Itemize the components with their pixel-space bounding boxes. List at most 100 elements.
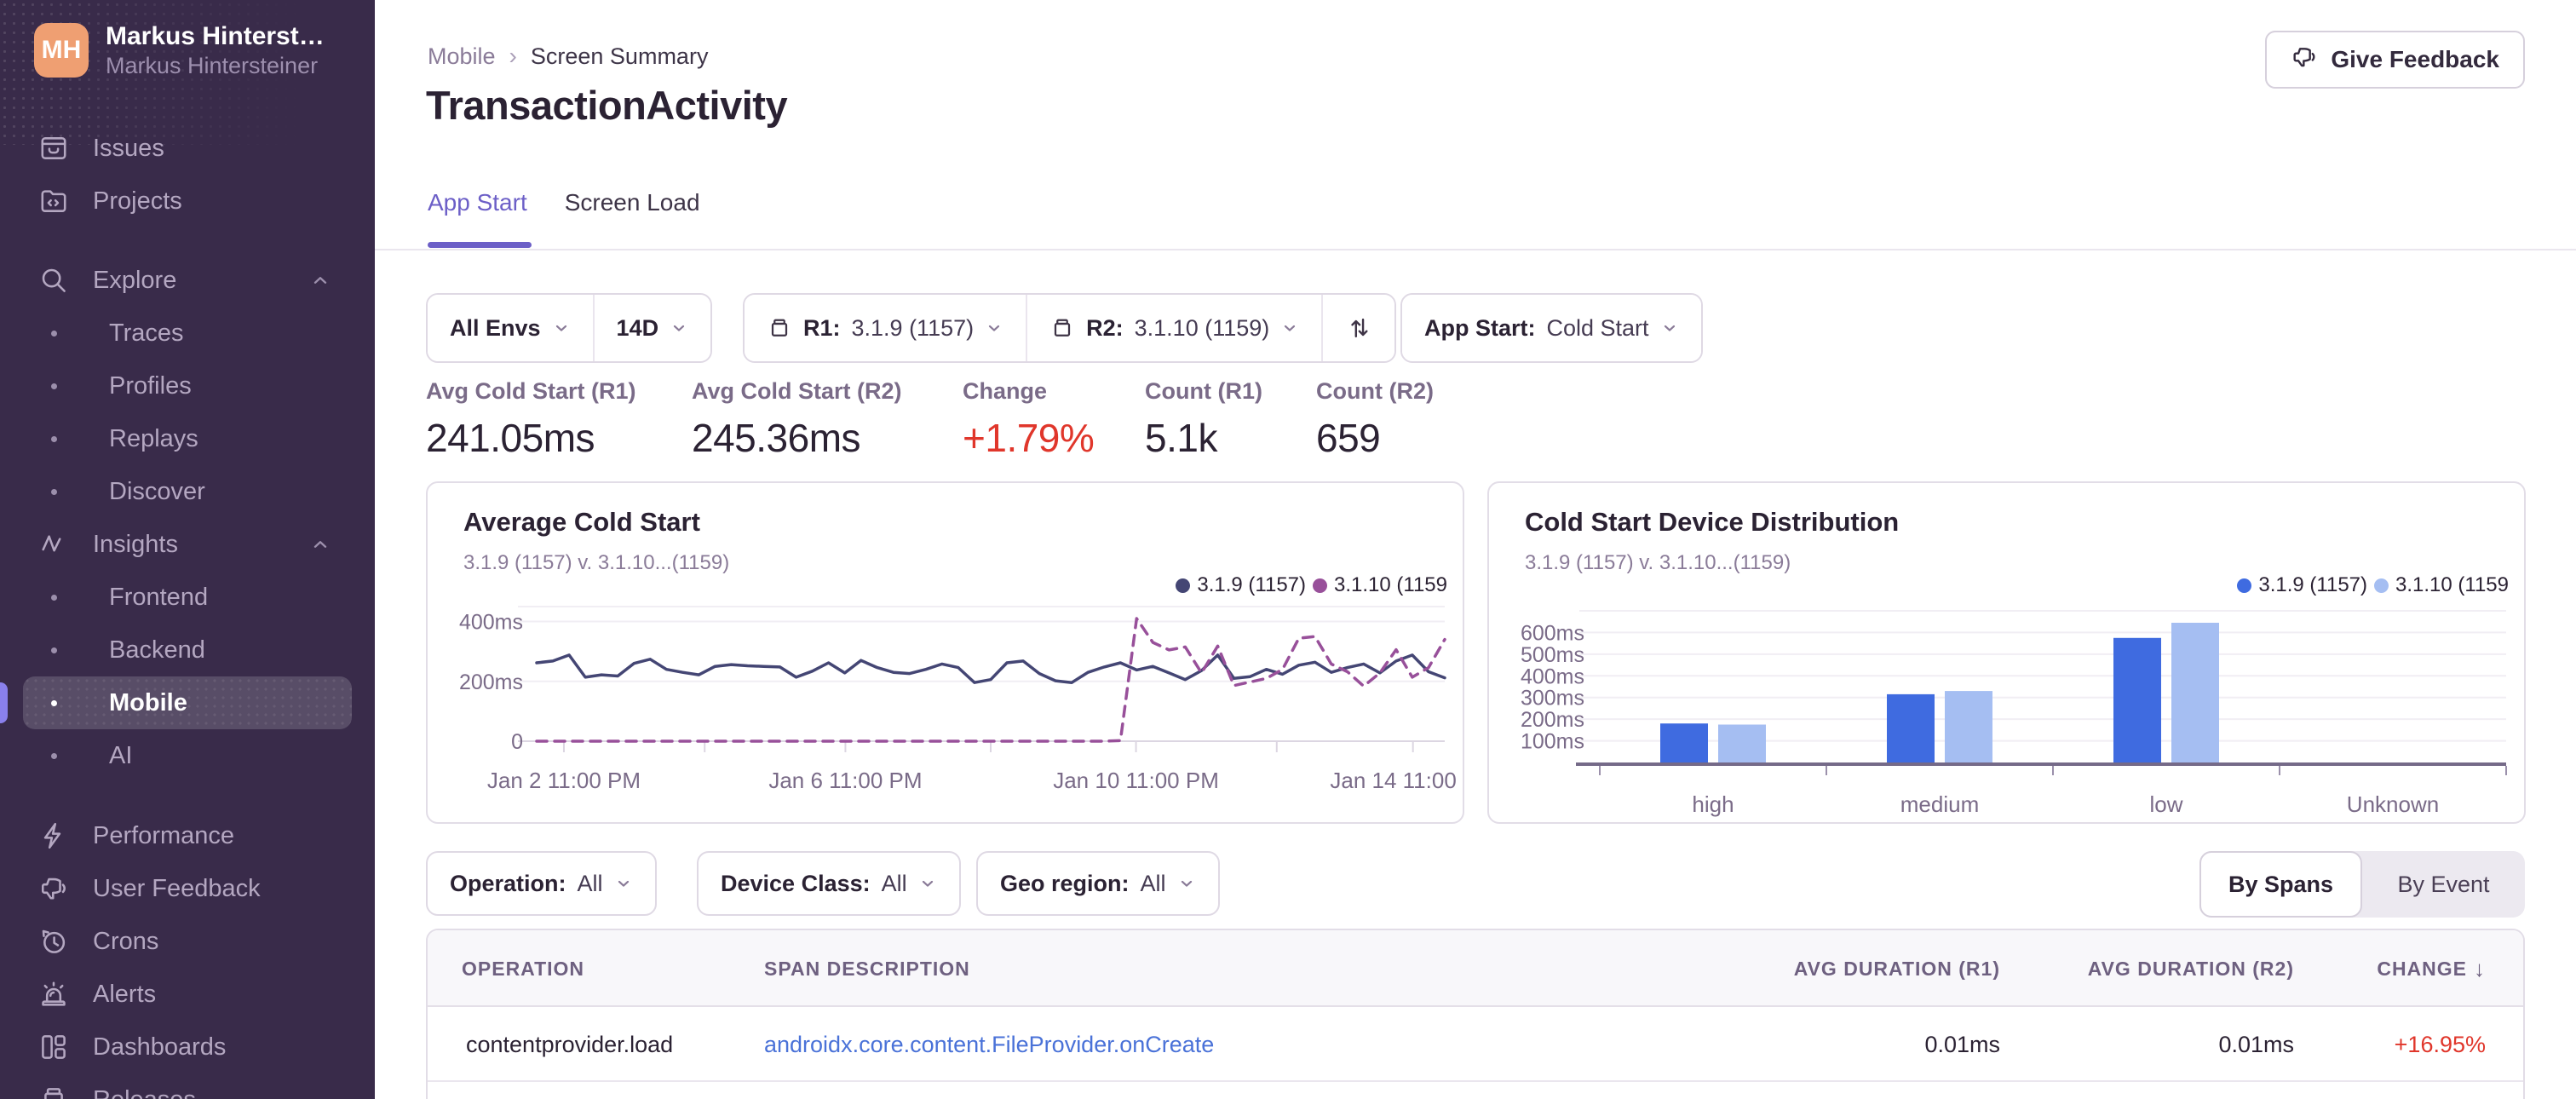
sidebar-item-performance[interactable]: Performance <box>23 809 352 862</box>
column-header-avg-duration-r1[interactable]: AVG DURATION (R1) <box>1794 930 2000 1007</box>
chevron-down-icon <box>1280 319 1299 337</box>
release-compare-group: R1: 3.1.9 (1157) R2: 3.1.10 (1159) <box>743 293 1397 363</box>
legend-label: 3.1.9 (1157) <box>2258 573 2367 596</box>
stat-value: 241.05ms <box>426 416 595 460</box>
chart-title: Average Cold Start <box>463 507 700 537</box>
sidebar-item-replays[interactable]: Replays <box>23 412 352 465</box>
page-title: TransactionActivity <box>426 83 788 128</box>
release-r2-filter[interactable]: R2: 3.1.10 (1159) <box>1026 295 1322 361</box>
environment-filter[interactable]: All Envs <box>428 295 593 361</box>
sidebar-item-alerts[interactable]: Alerts <box>23 968 352 1021</box>
sidebar-item-mobile[interactable]: Mobile <box>23 676 352 729</box>
sidebar-item-label: Alerts <box>93 980 157 1008</box>
svg-text:200ms: 200ms <box>459 670 523 694</box>
svg-text:500ms: 500ms <box>1521 643 1584 667</box>
stat-value: 659 <box>1316 416 1381 460</box>
svg-text:Unknown: Unknown <box>2347 791 2439 817</box>
sidebar-item-backend[interactable]: Backend <box>23 624 352 676</box>
sidebar-item-issues[interactable]: Issues <box>23 122 352 175</box>
column-header-change[interactable]: CHANGE ↓ <box>2377 930 2486 1007</box>
breadcrumb-current: Screen Summary <box>530 43 709 69</box>
app-start-type-filter[interactable]: App Start: Cold Start <box>1402 295 1701 361</box>
sidebar-item-dashboards[interactable]: Dashboards <box>23 1021 352 1073</box>
chart-legend: 3.1.9 (1157) 3.1.10 (1159 <box>2237 573 2509 597</box>
app-start-type-value: Cold Start <box>1546 314 1649 341</box>
legend-label: 3.1.10 (1159 <box>1334 573 1447 596</box>
toggle-by-spans[interactable]: By Spans <box>2199 851 2362 918</box>
date-range-filter[interactable]: 14D <box>592 295 711 361</box>
release-r1-prefix: R1: <box>803 314 841 341</box>
tab-app-start[interactable]: App Start <box>428 189 527 240</box>
sidebar-item-profiles[interactable]: Profiles <box>23 360 352 412</box>
projects-icon <box>38 186 69 216</box>
bullet-icon <box>51 594 57 601</box>
bullet-icon <box>51 488 57 495</box>
sidebar-item-frontend[interactable]: Frontend <box>23 571 352 624</box>
explore-icon <box>38 265 69 296</box>
sidebar-item-releases[interactable]: Releases <box>23 1073 352 1099</box>
sidebar-item-label: Projects <box>93 187 182 215</box>
chevron-down-icon <box>918 874 937 893</box>
release-r1-filter[interactable]: R1: 3.1.9 (1157) <box>745 295 1026 361</box>
release-r2-value: 3.1.10 (1159) <box>1134 314 1270 341</box>
stat-label: Avg Cold Start (R1) <box>426 378 636 404</box>
column-header-span-description[interactable]: SPAN DESCRIPTION <box>764 930 970 1007</box>
give-feedback-button[interactable]: Give Feedback <box>2265 31 2525 89</box>
bullet-icon <box>51 752 57 759</box>
stat-value: 5.1k <box>1145 416 1217 460</box>
sidebar-item-projects[interactable]: Projects <box>23 175 352 227</box>
dashboards-icon <box>38 1032 69 1062</box>
sidebar-item-label: Dashboards <box>93 1033 227 1061</box>
legend-item[interactable]: 3.1.10 (1159 <box>2374 573 2509 597</box>
chart-subtitle: 3.1.9 (1157) v. 3.1.10...(1159) <box>463 551 730 574</box>
device-class-filter-value: All <box>881 870 907 896</box>
legend-item[interactable]: 3.1.9 (1157) <box>2237 573 2367 597</box>
operation-filter[interactable]: Operation: All <box>426 851 657 916</box>
chart-title: Cold Start Device Distribution <box>1525 507 1900 537</box>
environment-filter-label: All Envs <box>450 314 541 341</box>
cell-avg-duration-r1: 0.01ms <box>1924 1031 2000 1057</box>
bullet-icon <box>51 647 57 653</box>
cell-span-description-link[interactable]: androidx.core.content.FileProvider.onCre… <box>764 1007 1214 1082</box>
stat-label: Count (R1) <box>1145 378 1262 404</box>
cell-avg-duration-r2: 0.01ms <box>2218 1031 2294 1057</box>
svg-text:medium: medium <box>1900 791 1979 817</box>
sidebar-item-ai[interactable]: AI <box>23 729 352 782</box>
legend-dot-icon <box>2237 578 2252 593</box>
sidebar-item-label: Replays <box>109 424 198 452</box>
user-feedback-icon <box>38 873 69 904</box>
active-item-indicator <box>0 682 8 723</box>
bullet-icon <box>51 383 57 389</box>
sidebar-item-traces[interactable]: Traces <box>23 307 352 360</box>
legend-dot-icon <box>1313 578 1327 593</box>
tab-screen-load[interactable]: Screen Load <box>565 189 700 240</box>
sidebar-item-label: AI <box>109 741 133 769</box>
releases-icon <box>38 1085 69 1099</box>
chevron-down-icon <box>985 319 1003 337</box>
sidebar-item-insights[interactable]: Insights <box>23 518 352 571</box>
sidebar-item-crons[interactable]: Crons <box>23 915 352 968</box>
legend-item[interactable]: 3.1.10 (1159 <box>1313 573 1447 597</box>
sidebar-item-label: Explore <box>93 266 177 294</box>
legend-item[interactable]: 3.1.9 (1157) <box>1176 573 1306 597</box>
chevron-down-icon <box>552 319 571 337</box>
stat-value: +1.79% <box>963 416 1095 460</box>
sidebar-item-label: Mobile <box>109 688 187 716</box>
spans-table: OPERATION SPAN DESCRIPTION AVG DURATION … <box>426 929 2525 1099</box>
toggle-by-event[interactable]: By Event <box>2362 851 2525 918</box>
geo-region-filter[interactable]: Geo region: All <box>976 851 1220 916</box>
column-header-operation[interactable]: OPERATION <box>462 930 584 1007</box>
device-class-filter[interactable]: Device Class: All <box>697 851 961 916</box>
breadcrumb-mobile[interactable]: Mobile <box>428 43 496 70</box>
swap-releases-button[interactable] <box>1321 295 1395 361</box>
sidebar-item-label: Releases <box>93 1086 196 1099</box>
operation-filter-label: Operation: <box>450 870 566 896</box>
app-root: MH Markus Hinterst… Markus Hintersteiner… <box>0 0 2576 1099</box>
sidebar-item-label: Discover <box>109 477 205 505</box>
column-header-avg-duration-r2[interactable]: AVG DURATION (R2) <box>2088 930 2294 1007</box>
sidebar-item-explore[interactable]: Explore <box>23 254 352 307</box>
stat-label: Avg Cold Start (R2) <box>692 378 902 404</box>
chevron-up-icon <box>309 533 331 555</box>
sidebar-item-discover[interactable]: Discover <box>23 465 352 518</box>
sidebar-item-user-feedback[interactable]: User Feedback <box>23 862 352 915</box>
